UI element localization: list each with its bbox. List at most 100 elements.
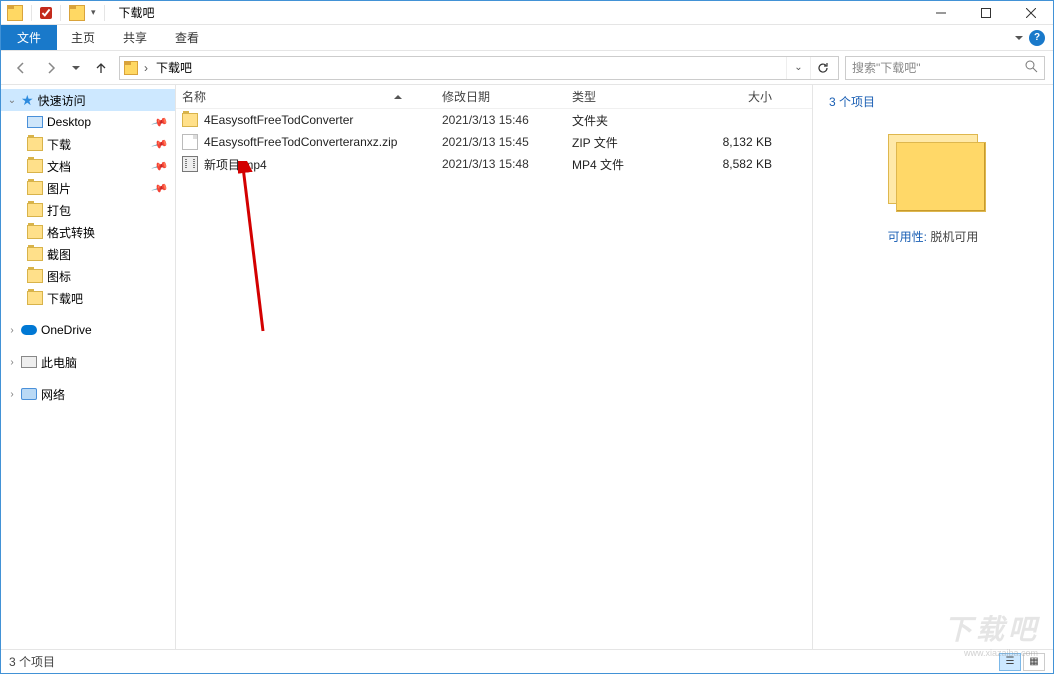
nav-forward-button[interactable]: [39, 56, 63, 80]
ribbon-tab-share[interactable]: 共享: [109, 25, 161, 50]
file-row[interactable]: 新项目.mp4 2021/3/13 15:48 MP4 文件 8,582 KB: [176, 153, 812, 175]
file-row[interactable]: 4EasysoftFreeTodConverter 2021/3/13 15:4…: [176, 109, 812, 131]
sidebar-item-label: 网络: [41, 386, 65, 403]
help-icon[interactable]: ?: [1029, 30, 1045, 46]
folder-icon: [27, 137, 43, 151]
window-controls: [918, 1, 1053, 25]
folder-icon: [27, 181, 43, 195]
ribbon-tab-view[interactable]: 查看: [161, 25, 213, 50]
pin-icon: 📌: [151, 135, 169, 153]
sidebar-item-pictures[interactable]: 图片 📌: [1, 177, 175, 199]
nav-recent-button[interactable]: [69, 56, 83, 80]
file-type: ZIP 文件: [572, 134, 692, 151]
sidebar-item[interactable]: 打包: [1, 199, 175, 221]
nav-bar: › 下载吧 ⌄ 搜索"下载吧": [1, 51, 1053, 85]
file-size: 8,132 KB: [692, 135, 792, 149]
details-title: 3 个项目: [829, 93, 1037, 110]
separator: [31, 5, 32, 21]
folder-icon: [27, 291, 43, 305]
file-rows: 4EasysoftFreeTodConverter 2021/3/13 15:4…: [176, 109, 812, 649]
maximize-button[interactable]: [963, 1, 1008, 25]
expand-icon[interactable]: ⌄: [7, 95, 17, 106]
file-type: MP4 文件: [572, 156, 692, 173]
sidebar-item-documents[interactable]: 文档📌: [1, 155, 175, 177]
address-bar[interactable]: › 下载吧 ⌄: [119, 56, 839, 80]
file-list-pane: 名称 修改日期 类型 大小 4EasysoftFreeTodConverter …: [176, 85, 813, 649]
annotation-arrow: [238, 161, 278, 341]
ribbon-tab-home[interactable]: 主页: [57, 25, 109, 50]
file-row[interactable]: 4EasysoftFreeTodConverteranxz.zip 2021/3…: [176, 131, 812, 153]
nav-back-button[interactable]: [9, 56, 33, 80]
ribbon-collapse-icon[interactable]: [1015, 36, 1023, 40]
folder-icon: [27, 269, 43, 283]
cloud-icon: [21, 325, 37, 335]
sidebar-item[interactable]: 图标: [1, 265, 175, 287]
sidebar-item-downloads[interactable]: 下载 📌: [1, 133, 175, 155]
expand-icon[interactable]: ›: [7, 357, 17, 368]
sidebar-item-label: Desktop: [47, 115, 91, 129]
separator: [60, 5, 61, 21]
sidebar-item-label: 下载: [47, 136, 71, 153]
folder-icon: [182, 113, 198, 127]
folder-icon: [7, 5, 23, 21]
ribbon-file-tab[interactable]: 文件: [1, 25, 57, 50]
sidebar-item-label: 打包: [47, 202, 71, 219]
breadcrumb-segment[interactable]: 下载吧: [154, 59, 194, 76]
minimize-button[interactable]: [918, 1, 963, 25]
expand-icon[interactable]: ›: [7, 325, 17, 336]
sidebar: ⌄ ★ 快速访问 Desktop📌 下载 📌 文档📌 图片 📌 打包 格式转换 截图…: [1, 85, 176, 649]
sidebar-item-label: 格式转换: [47, 224, 95, 241]
qat-checkbox[interactable]: [40, 7, 52, 19]
title-left: ▾ 下载吧: [1, 4, 155, 21]
pin-icon: 📌: [151, 179, 169, 197]
file-name: 新项目.mp4: [204, 156, 267, 173]
sidebar-item-desktop[interactable]: Desktop📌: [1, 111, 175, 133]
close-button[interactable]: [1008, 1, 1053, 25]
sidebar-item-label: 截图: [47, 246, 71, 263]
column-header-size[interactable]: 大小: [692, 88, 792, 105]
chevron-right-icon[interactable]: ›: [142, 61, 150, 75]
sidebar-this-pc[interactable]: › 此电脑: [1, 351, 175, 373]
sidebar-network[interactable]: › 网络: [1, 383, 175, 405]
sort-asc-icon: [394, 95, 402, 99]
view-details-button[interactable]: ☰: [999, 653, 1021, 671]
qat-dropdown-icon[interactable]: ▾: [91, 7, 96, 18]
nav-up-button[interactable]: [89, 56, 113, 80]
refresh-button[interactable]: [810, 57, 834, 79]
file-type: 文件夹: [572, 112, 692, 129]
details-pane: 3 个项目 可用性: 脱机可用: [813, 85, 1053, 649]
network-icon: [21, 388, 37, 400]
window-title: 下载吧: [119, 4, 155, 21]
separator: [104, 5, 105, 21]
ribbon: 文件 主页 共享 查看 ?: [1, 25, 1053, 51]
pc-icon: [21, 356, 37, 368]
sidebar-item-label: 下载吧: [47, 290, 83, 307]
sidebar-onedrive[interactable]: › OneDrive: [1, 319, 175, 341]
sidebar-item[interactable]: 格式转换: [1, 221, 175, 243]
search-placeholder: 搜索"下载吧": [852, 59, 921, 76]
folder-icon: [27, 159, 43, 173]
folder-icon: [124, 61, 138, 75]
sidebar-item-label: OneDrive: [41, 323, 92, 337]
column-header-date[interactable]: 修改日期: [442, 88, 572, 105]
file-name: 4EasysoftFreeTodConverter: [204, 113, 353, 127]
folder-icon: [69, 5, 85, 21]
view-thumbnails-button[interactable]: ▦: [1023, 653, 1045, 671]
sidebar-item[interactable]: 截图: [1, 243, 175, 265]
address-dropdown-button[interactable]: ⌄: [786, 57, 810, 79]
sidebar-item[interactable]: 下载吧: [1, 287, 175, 309]
search-input[interactable]: 搜索"下载吧": [845, 56, 1045, 80]
column-headers: 名称 修改日期 类型 大小: [176, 85, 812, 109]
sidebar-item-label: 图标: [47, 268, 71, 285]
search-icon: [1024, 59, 1038, 76]
folder-thumbnail: [878, 124, 988, 214]
expand-icon[interactable]: ›: [7, 389, 17, 400]
availability-label: 可用性:: [888, 230, 927, 244]
sidebar-item-label: 图片: [47, 180, 71, 197]
column-header-name[interactable]: 名称: [182, 88, 442, 105]
sidebar-quick-access[interactable]: ⌄ ★ 快速访问: [1, 89, 175, 111]
column-header-type[interactable]: 类型: [572, 88, 692, 105]
sidebar-item-label: 此电脑: [41, 354, 77, 371]
file-date: 2021/3/13 15:46: [442, 113, 572, 127]
title-bar: ▾ 下载吧: [1, 1, 1053, 25]
